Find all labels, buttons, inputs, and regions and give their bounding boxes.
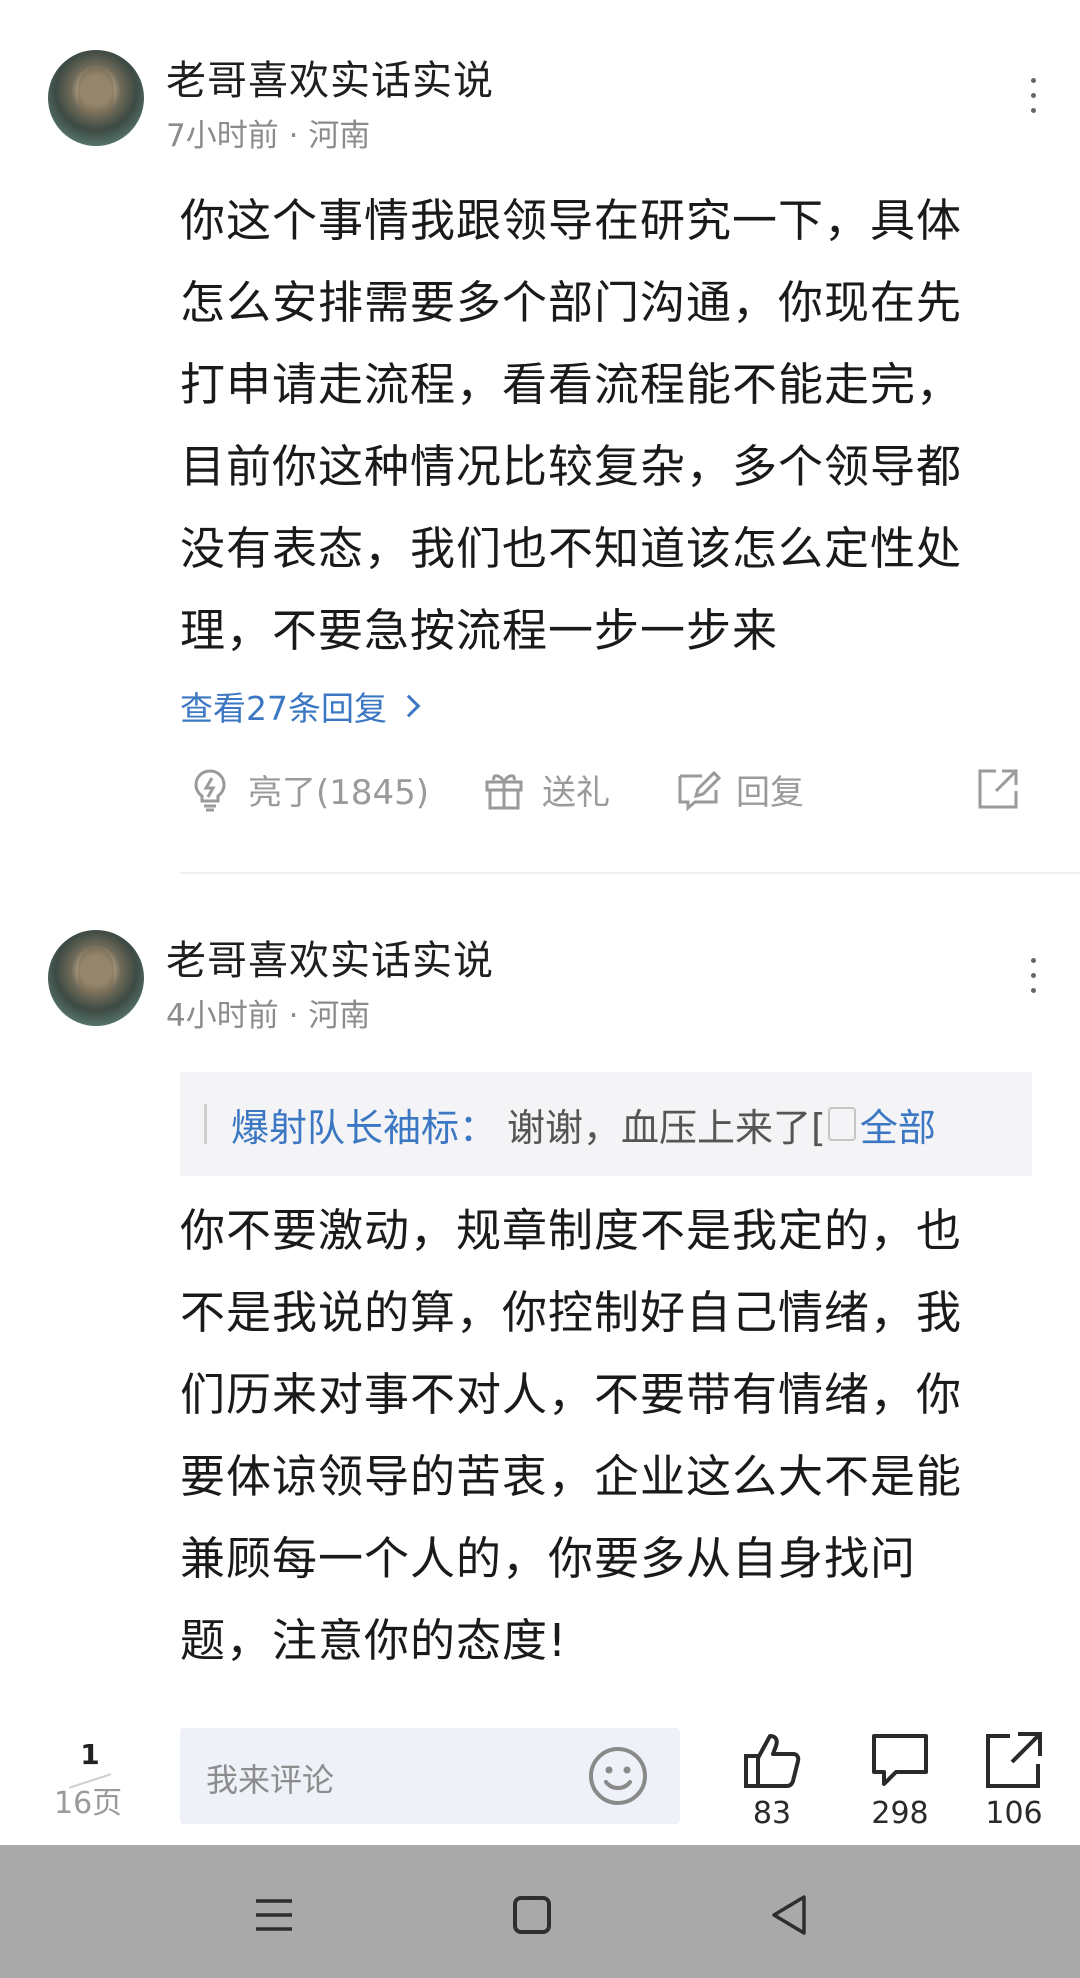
- quoted-text: 谢谢，血压上来了[: [507, 1105, 826, 1150]
- comment-line: 兼顾每一个人的，你要多从自身找问: [180, 1532, 917, 1585]
- comment-actions: 亮了(1845) 送礼 回复: [180, 765, 1040, 835]
- comment-line: 没有表态，我们也不知道该怎么定性处: [180, 522, 963, 575]
- more-options-icon[interactable]: [1028, 958, 1038, 998]
- comment-line: 你不要激动，规章制度不是我定的，也: [180, 1204, 963, 1257]
- gift-icon: [485, 773, 523, 809]
- reply-label: 回复: [736, 773, 804, 813]
- avatar[interactable]: [48, 50, 144, 146]
- share-icon: [986, 1732, 1042, 1788]
- comment-time: 7小时前: [166, 118, 279, 154]
- comment-card: 老哥喜欢实话实说 4小时前 · 河南 爆射队长袖标： 谢谢，血压上来了[ 全部 …: [0, 880, 1080, 1720]
- comment-meta: 4小时前 · 河南: [166, 990, 370, 1035]
- comment-location: 河南: [308, 998, 371, 1034]
- comments-button[interactable]: 298: [850, 1728, 950, 1831]
- quoted-user[interactable]: 爆射队长袖标：: [231, 1097, 497, 1152]
- thumbs-up-icon: [744, 1734, 801, 1788]
- comment-body: 你不要激动，规章制度不是我定的，也 不是我说的算，你控制好自己情绪，我 们历来对…: [180, 1190, 1010, 1682]
- comment-card: 老哥喜欢实话实说 7小时前 · 河南 你这个事情我跟领导在研究一下，具体 怎么安…: [0, 0, 1080, 876]
- comment-placeholder: 我来评论: [206, 1761, 335, 1799]
- comment-body: 你这个事情我跟领导在研究一下，具体 怎么安排需要多个部门沟通，你现在先 打申请走…: [180, 180, 1010, 672]
- quoted-reply[interactable]: 爆射队长袖标： 谢谢，血压上来了[ 全部: [180, 1072, 1032, 1176]
- comment-time: 4小时前: [166, 998, 279, 1034]
- like-count-label: 亮了(1845): [248, 773, 430, 813]
- reply-button[interactable]: 回复: [674, 765, 804, 814]
- page-total[interactable]: 16页: [54, 1778, 122, 1822]
- share-icon: [978, 769, 1018, 809]
- menu-icon[interactable]: [244, 1885, 304, 1945]
- share-button[interactable]: [974, 765, 1022, 813]
- comment-line: 理，不要急按流程一步一步来: [180, 604, 779, 657]
- quote-expand-link[interactable]: 全部: [860, 1097, 936, 1152]
- view-replies-link[interactable]: 查看27条回复: [180, 682, 421, 730]
- page-current[interactable]: 1: [70, 1738, 110, 1771]
- like-post-button[interactable]: 83: [722, 1728, 822, 1831]
- comment-line: 不是我说的算，你控制好自己情绪，我: [180, 1286, 963, 1339]
- meta-separator: ·: [288, 118, 309, 154]
- chevron-right-icon: [397, 694, 421, 718]
- username[interactable]: 老哥喜欢实话实说: [166, 928, 494, 986]
- comment-input[interactable]: 我来评论: [180, 1728, 680, 1824]
- image-tag-icon: [827, 1107, 856, 1141]
- comment-line: 题，注意你的态度!: [180, 1614, 568, 1667]
- divider: [180, 872, 1080, 874]
- username[interactable]: 老哥喜欢实话实说: [166, 48, 494, 106]
- comment-meta: 7小时前 · 河南: [166, 110, 370, 155]
- shares-count: 106: [985, 1796, 1043, 1831]
- more-options-icon[interactable]: [1028, 78, 1038, 118]
- likes-count: 83: [752, 1796, 792, 1831]
- meta-separator: ·: [288, 998, 309, 1034]
- system-nav-bar: [0, 1845, 1080, 1978]
- avatar[interactable]: [48, 930, 144, 1026]
- emoji-icon[interactable]: [586, 1744, 650, 1808]
- share-post-button[interactable]: 106: [964, 1728, 1064, 1831]
- lightbulb-icon: [194, 768, 226, 811]
- like-button[interactable]: 亮了(1845): [186, 765, 429, 814]
- comment-line: 你这个事情我跟领导在研究一下，具体: [180, 194, 963, 247]
- comment-line: 要体谅领导的苦衷，企业这么大不是能: [180, 1450, 963, 1503]
- comment-line: 怎么安排需要多个部门沟通，你现在先: [180, 276, 963, 329]
- view-replies-label: 查看27条回复: [180, 689, 387, 728]
- comment-line: 目前你这种情况比较复杂，多个领导都: [180, 440, 963, 493]
- comment-location: 河南: [308, 118, 371, 154]
- gift-label: 送礼: [542, 773, 610, 813]
- comment-bubble-icon: [872, 1734, 928, 1786]
- comment-line: 打申请走流程，看看流程能不能走完，: [180, 358, 963, 411]
- comment-line: 们历来对事不对人，不要带有情绪，你: [180, 1368, 963, 1421]
- home-square-icon[interactable]: [502, 1885, 562, 1945]
- edit-reply-icon: [678, 770, 722, 811]
- comments-count: 298: [871, 1796, 929, 1831]
- gift-button[interactable]: 送礼: [480, 765, 610, 814]
- bottom-comment-bar: 1 16页 我来评论 83 298 106: [0, 1720, 1080, 1845]
- back-triangle-icon[interactable]: [760, 1885, 820, 1945]
- quote-bar: [204, 1104, 207, 1144]
